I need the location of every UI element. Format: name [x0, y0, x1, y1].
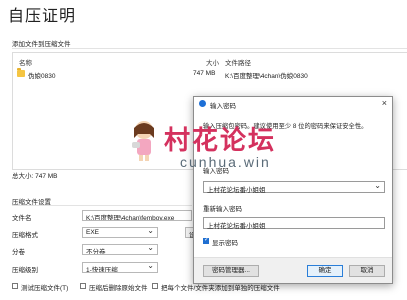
confirm-password-label: 重新输入密码 — [203, 206, 242, 213]
folder-icon — [17, 68, 25, 77]
format-select[interactable]: EXE — [82, 227, 158, 238]
level-select[interactable]: 1-快速压缩 — [82, 262, 158, 273]
watermark-title: 村花论坛 — [164, 126, 277, 156]
divider — [12, 48, 407, 49]
page-title: 自压证明 — [8, 8, 77, 25]
filename-input[interactable]: K:\百度整理\4chan\femboy.exe — [82, 210, 192, 221]
password-manager-button[interactable]: 密码管理器... — [203, 265, 259, 277]
watermark-mascot-icon — [132, 121, 154, 161]
confirm-password-input[interactable]: 上村花论坛番小姐姐 — [203, 217, 385, 230]
delete-source-label: 压缩后删除原始文件 — [89, 285, 148, 292]
watermark: 村花论坛 cunhua.win — [116, 118, 326, 198]
test-archive-label: 测试压缩文件(T) — [21, 285, 69, 292]
divider — [12, 205, 192, 206]
file-name: 伪娘0830 — [28, 73, 56, 80]
show-password-label: 显示密码 — [212, 240, 238, 247]
ok-button[interactable]: 确定 — [307, 265, 343, 277]
column-header-path[interactable]: 文件路径 — [225, 57, 251, 67]
files-section-label: 添加文件到压缩文件 — [12, 41, 71, 48]
delete-source-checkbox[interactable] — [80, 283, 86, 289]
table-row[interactable]: 伪娘0830 747 MB K:\百度整理\4chan\伪娘0830 — [13, 68, 407, 80]
cancel-button[interactable]: 取消 — [349, 265, 385, 277]
show-password-checkbox[interactable] — [203, 236, 209, 244]
app-icon — [199, 100, 206, 107]
column-header-name[interactable]: 名称 — [19, 57, 32, 67]
total-size: 总大小: 747 MB — [12, 173, 58, 180]
test-archive-checkbox[interactable] — [12, 283, 18, 289]
dialog-titlebar[interactable]: 输入密码 × — [194, 97, 392, 111]
column-header-size[interactable]: 大小 — [206, 57, 219, 67]
dialog-title: 输入密码 — [210, 103, 236, 110]
format-label: 压缩格式 — [12, 232, 38, 239]
split-label: 分卷 — [12, 249, 25, 256]
close-icon[interactable]: × — [382, 98, 387, 108]
filename-label: 文件名 — [12, 215, 32, 222]
level-label: 压缩级别 — [12, 267, 38, 274]
file-size: 747 MB — [193, 70, 216, 77]
file-path: K:\百度整理\4chan\伪娘0830 — [225, 73, 308, 80]
dialog-button-bar: 密码管理器... 确定 取消 — [194, 257, 392, 283]
watermark-subtitle: cunhua.win — [180, 154, 271, 170]
split-select[interactable]: 不分卷 — [82, 244, 158, 255]
separate-archives-checkbox[interactable] — [152, 283, 158, 289]
